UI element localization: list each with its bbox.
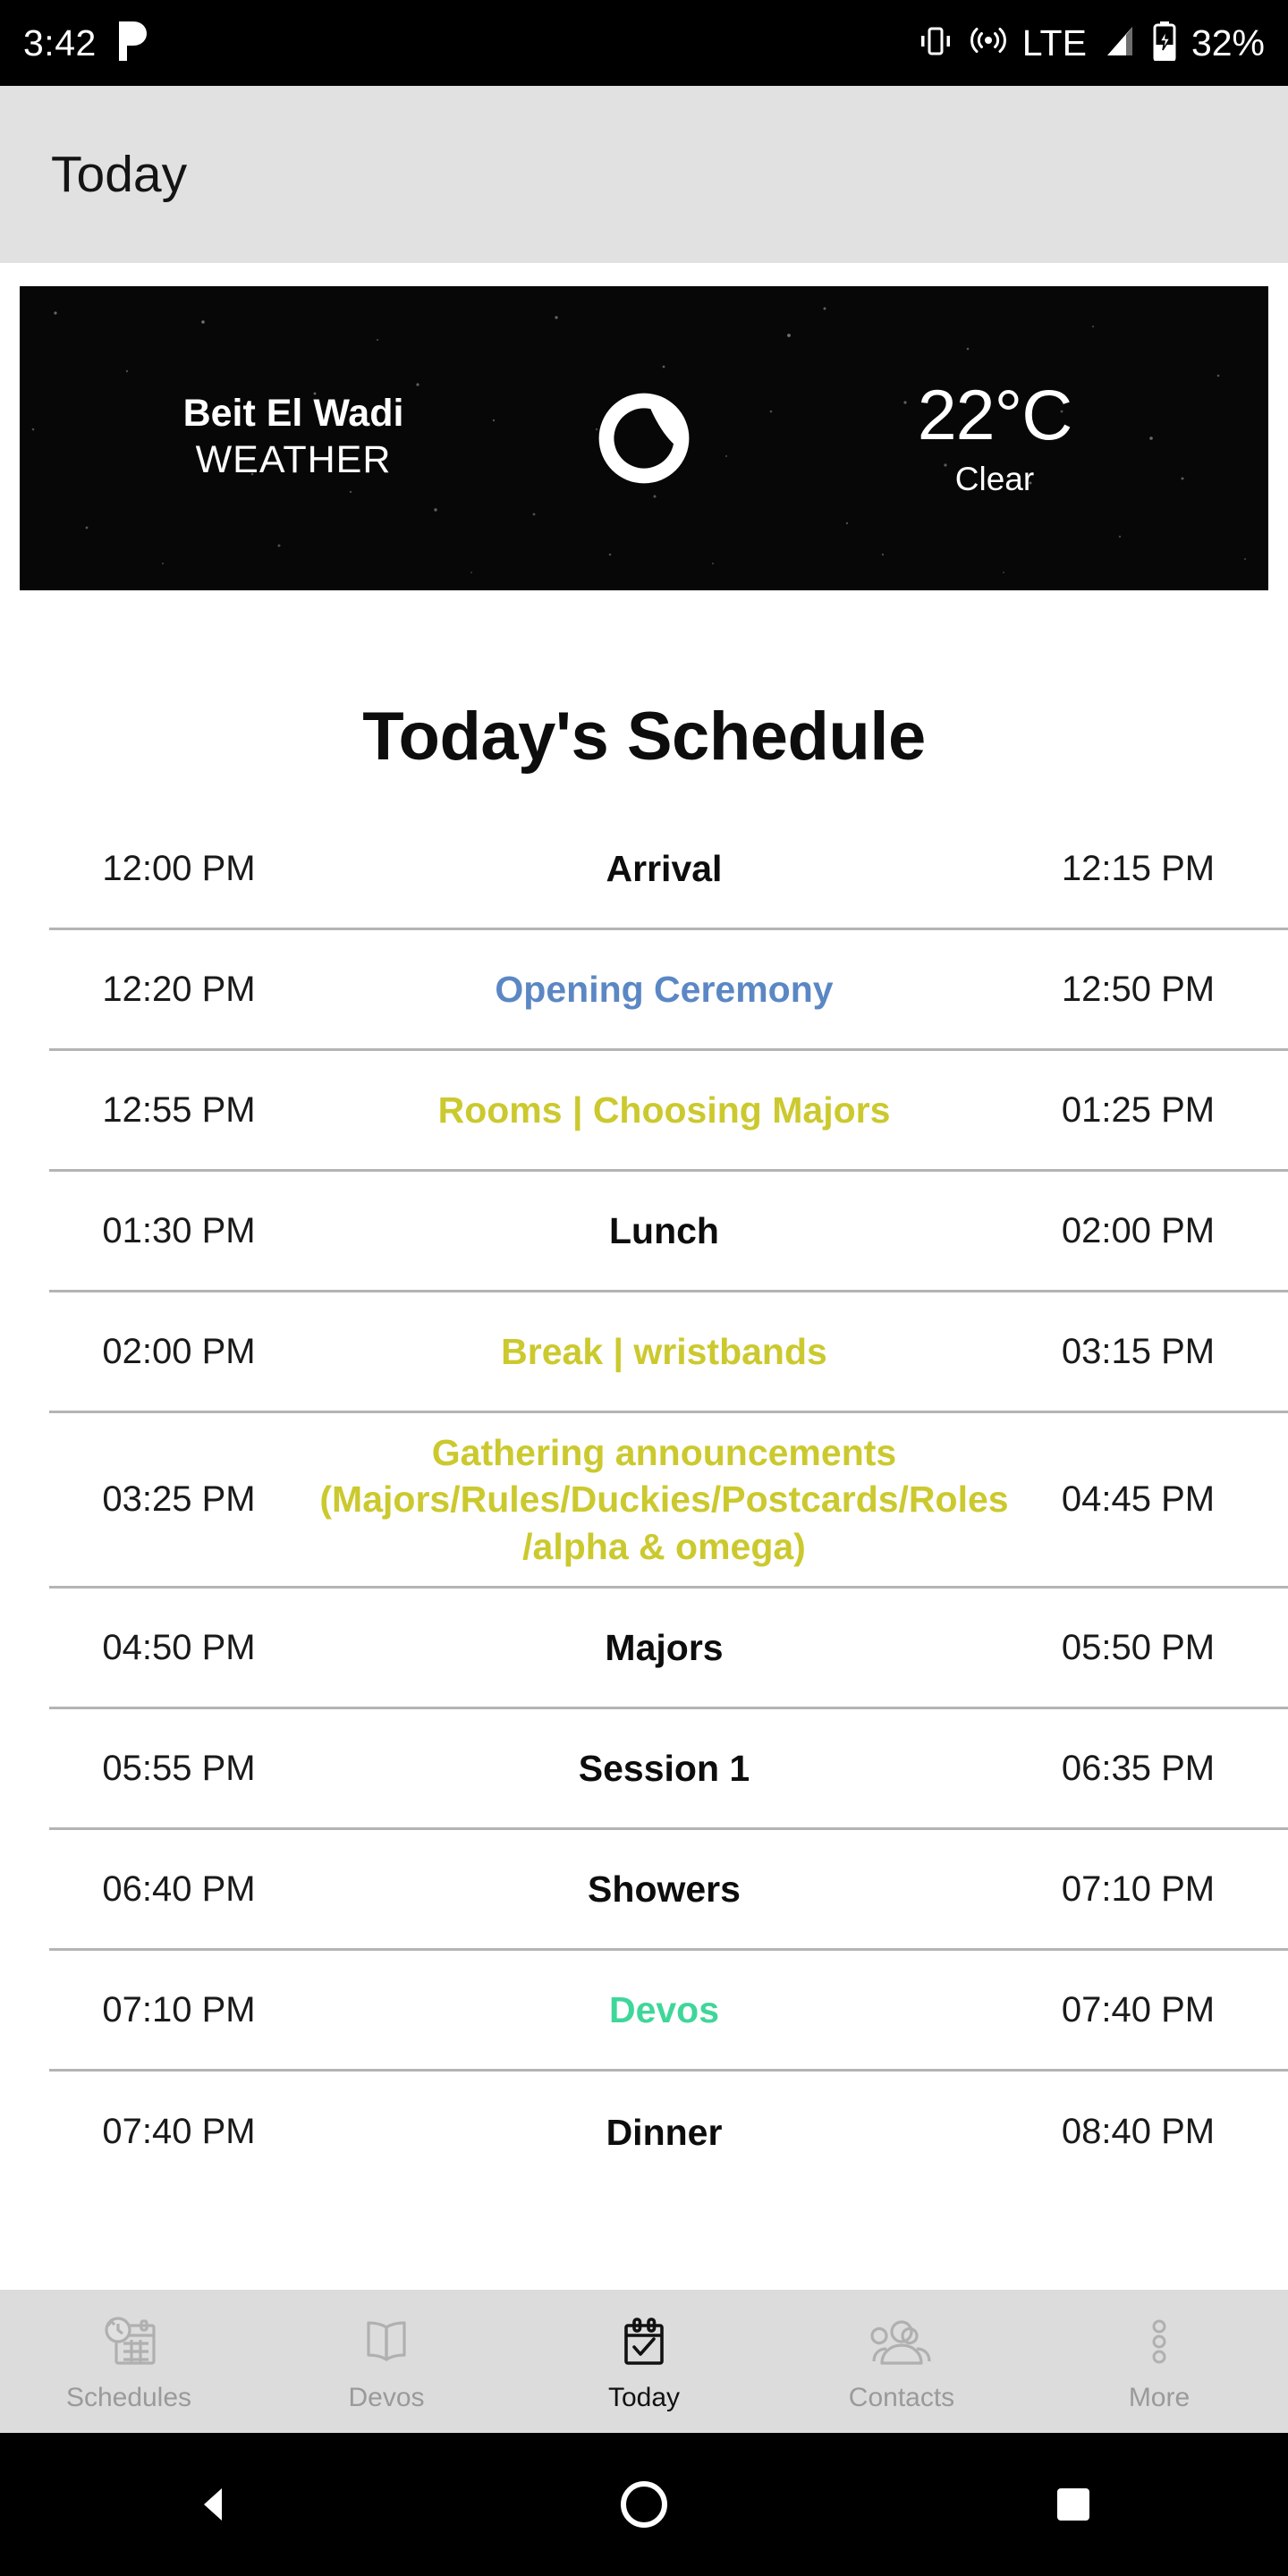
schedule-end-time: 02:00 PM	[1061, 1210, 1216, 1250]
schedule-end-time: 12:15 PM	[1061, 848, 1216, 888]
schedule-end-time: 07:40 PM	[1061, 1989, 1216, 2029]
status-bar-left: 3:42	[23, 21, 147, 65]
schedule-start-time: 05:55 PM	[102, 1748, 256, 1788]
android-status-bar: 3:42 LTE 32%	[0, 0, 1288, 86]
nav-recents-button[interactable]	[984, 2482, 1163, 2527]
schedule-start-time: 02:00 PM	[102, 1331, 256, 1371]
status-clock: 3:42	[23, 21, 97, 64]
schedule-start-time: 01:30 PM	[102, 1210, 256, 1250]
weather-label: WEATHER	[195, 437, 392, 481]
schedules-calendar-clock-icon	[98, 2309, 159, 2374]
schedule-event-name: Break | wristbands	[501, 1330, 827, 1372]
schedule-start-time: 03:25 PM	[102, 1479, 256, 1520]
schedule-end-time: 03:15 PM	[1061, 1331, 1216, 1371]
schedule-row[interactable]: 12:00 PM Arrival 12:15 PM	[49, 809, 1288, 930]
schedule-row[interactable]: 05:55 PM Session 1 06:35 PM	[49, 1709, 1288, 1831]
page-title: Today	[51, 146, 188, 203]
app-header: Today	[0, 86, 1288, 263]
schedule-row[interactable]: 02:00 PM Break | wristbands 03:15 PM	[49, 1292, 1288, 1413]
pandora-icon	[116, 21, 147, 65]
weather-location-name: Beit El Wadi	[182, 392, 404, 436]
schedule-event-name: Dinner	[606, 2111, 723, 2153]
schedule-list[interactable]: 12:00 PM Arrival 12:15 PM 12:20 PM Opening C…	[0, 809, 1288, 2191]
tab-schedules[interactable]: Schedules	[0, 2290, 258, 2433]
tab-label: Today	[607, 2383, 681, 2412]
schedule-end-time: 01:25 PM	[1061, 1089, 1216, 1130]
tab-label: More	[1128, 2383, 1191, 2412]
weather-temperature-block: 22°C Clear	[807, 379, 1182, 498]
weather-temperature: 22°C	[917, 374, 1073, 454]
signal-icon	[1102, 23, 1138, 64]
schedule-start-time: 07:40 PM	[102, 2112, 256, 2152]
schedule-start-time: 12:55 PM	[102, 1089, 256, 1130]
weather-card-content: Beit El Wadi WEATHER 22°C Clear	[20, 379, 1268, 498]
nav-home-button[interactable]	[555, 2479, 733, 2530]
schedule-event-name: Opening Ceremony	[495, 968, 834, 1010]
schedule-start-time: 12:00 PM	[102, 848, 256, 888]
battery-charging-icon	[1153, 21, 1176, 65]
schedule-row[interactable]: 03:25 PM Gathering announcements (Majors/…	[49, 1413, 1288, 1589]
schedule-event-name: Devos	[608, 1989, 720, 2031]
schedule-start-time: 04:50 PM	[102, 1627, 256, 1667]
schedule-row[interactable]: 04:50 PM Majors 05:50 PM	[49, 1589, 1288, 1710]
schedule-end-time: 07:10 PM	[1061, 1868, 1216, 1909]
schedule-row[interactable]: 07:40 PM Dinner 08:40 PM	[49, 2072, 1288, 2191]
tab-contacts[interactable]: Contacts	[773, 2290, 1030, 2433]
network-type-label: LTE	[1021, 21, 1087, 64]
bottom-tab-bar[interactable]: Schedules Devos Today Contacts More	[0, 2290, 1288, 2433]
schedule-start-time: 12:20 PM	[102, 969, 256, 1009]
schedule-start-time: 07:10 PM	[102, 1989, 256, 2029]
schedule-end-time: 12:50 PM	[1061, 969, 1216, 1009]
tab-label: Contacts	[848, 2383, 955, 2412]
schedule-row[interactable]: 06:40 PM Showers 07:10 PM	[49, 1830, 1288, 1952]
tab-devos[interactable]: Devos	[258, 2290, 515, 2433]
android-navigation-bar	[0, 2433, 1288, 2576]
open-book-icon	[356, 2309, 417, 2374]
tab-more[interactable]: More	[1030, 2290, 1288, 2433]
crescent-moon-icon	[564, 385, 724, 492]
schedule-end-time: 05:50 PM	[1061, 1627, 1216, 1667]
more-vertical-dots-icon	[1129, 2309, 1190, 2374]
calendar-check-icon	[614, 2309, 674, 2374]
schedule-title: Today's Schedule	[362, 699, 926, 775]
schedule-event-name: Arrival	[606, 847, 723, 889]
schedule-start-time: 06:40 PM	[102, 1868, 256, 1909]
people-group-icon	[867, 2309, 936, 2374]
tab-label: Schedules	[65, 2383, 192, 2412]
schedule-event-name: Showers	[588, 1868, 741, 1911]
schedule-row[interactable]: 07:10 PM Devos 07:40 PM	[49, 1951, 1288, 2072]
schedule-end-time: 06:35 PM	[1061, 1748, 1216, 1788]
weather-location-block: Beit El Wadi WEATHER	[106, 392, 481, 484]
schedule-event-name: Gathering announcements (Majors/Rules/Du…	[319, 1432, 1009, 1567]
tab-today[interactable]: Today	[515, 2290, 773, 2433]
weather-condition: Clear	[954, 460, 1035, 497]
battery-percent-label: 32%	[1191, 21, 1265, 64]
vibrate-icon	[917, 22, 954, 64]
phone-screen: 3:42 LTE 32% Today Beit El Wadi WEATHER …	[0, 0, 1288, 2576]
schedule-row[interactable]: 12:20 PM Opening Ceremony 12:50 PM	[49, 930, 1288, 1051]
schedule-end-time: 04:45 PM	[1061, 1479, 1216, 1520]
schedule-event-name: Rooms | Choosing Majors	[437, 1089, 891, 1131]
weather-card[interactable]: Beit El Wadi WEATHER 22°C Clear	[20, 286, 1268, 590]
schedule-row[interactable]: 12:55 PM Rooms | Choosing Majors 01:25 PM	[49, 1051, 1288, 1172]
schedule-event-name: Majors	[605, 1627, 724, 1669]
status-bar-right: LTE 32%	[917, 21, 1265, 65]
nav-back-button[interactable]	[125, 2480, 304, 2529]
schedule-event-name: Lunch	[609, 1209, 719, 1251]
hotspot-icon	[970, 22, 1007, 64]
tab-label: Devos	[348, 2383, 425, 2412]
schedule-end-time: 08:40 PM	[1061, 2112, 1216, 2152]
schedule-event-name: Session 1	[578, 1748, 750, 1790]
schedule-row[interactable]: 01:30 PM Lunch 02:00 PM	[49, 1172, 1288, 1292]
